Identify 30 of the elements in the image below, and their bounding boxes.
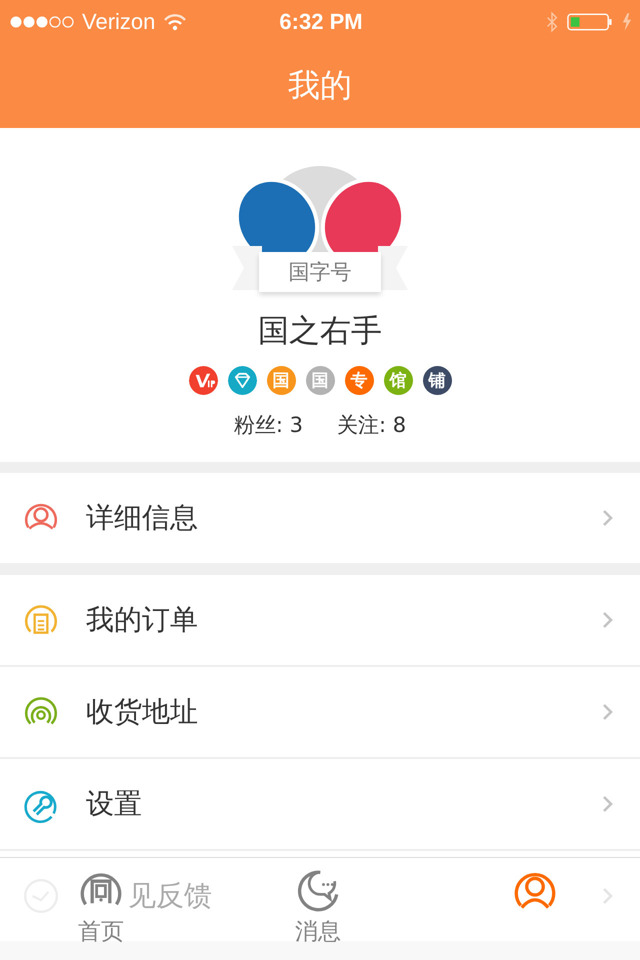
signal-icon xyxy=(10,15,74,29)
bluetooth-icon xyxy=(545,11,559,33)
chevron-icon xyxy=(602,703,614,721)
level-badge: 铺 xyxy=(422,366,452,395)
chat-icon xyxy=(296,868,340,912)
user-name: 国之右手 xyxy=(258,312,382,351)
menu-item[interactable]: 收货地址 xyxy=(0,667,640,757)
menu-item[interactable]: 我的订单 xyxy=(0,575,640,665)
menu-item-label: 见反馈 xyxy=(128,878,212,914)
tab-item[interactable]: 首页 xyxy=(78,858,124,960)
tab-item[interactable]: 消息 xyxy=(295,858,341,960)
level-badge: 馆 xyxy=(384,366,412,395)
wifi-icon xyxy=(163,13,188,31)
chevron-icon xyxy=(602,795,614,813)
battery-icon xyxy=(567,13,613,31)
level-badge: 国 xyxy=(266,366,296,395)
stat-label: 关注: 8 xyxy=(337,412,406,439)
ribbon-label: 国字号 xyxy=(259,252,381,292)
chevron-icon xyxy=(602,509,614,527)
level-badge: 专 xyxy=(344,366,374,395)
carrier-name: Verizon xyxy=(82,9,156,35)
stat-label: 粉丝: 3 xyxy=(234,412,303,439)
status-time: 6:32 PM xyxy=(279,9,363,35)
page-title: 我的 xyxy=(288,65,352,106)
chevron-icon xyxy=(602,611,614,629)
menu-item[interactable]: 设置 xyxy=(0,759,640,849)
chevron-icon xyxy=(602,887,614,905)
menu-item[interactable]: 详细信息 xyxy=(0,473,640,563)
level-badge: 国 xyxy=(306,366,334,395)
charging-icon xyxy=(621,12,632,32)
